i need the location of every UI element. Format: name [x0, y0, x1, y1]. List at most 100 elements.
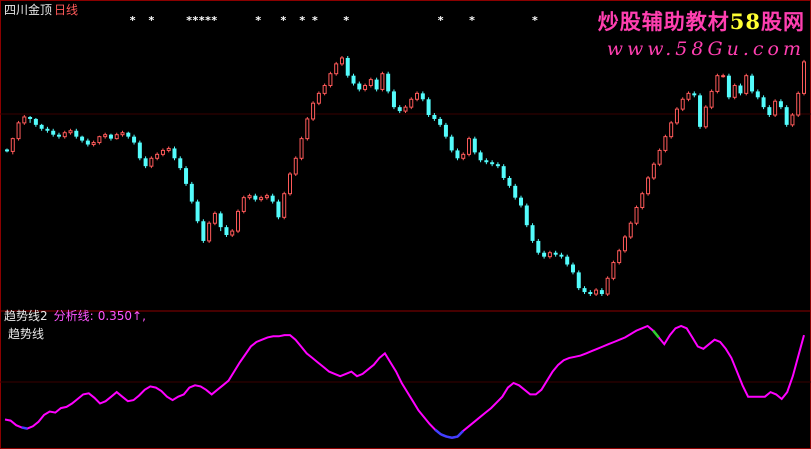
candle-body	[443, 124, 448, 137]
signal-marker: *	[343, 14, 349, 27]
candle-body	[432, 115, 437, 119]
candle-body	[85, 140, 90, 145]
candle-body	[634, 206, 639, 224]
signal-marker: *	[438, 14, 444, 27]
candle-body	[530, 225, 535, 241]
candle-body	[501, 166, 506, 178]
candle-body	[576, 272, 581, 289]
candle-body	[10, 138, 15, 152]
candle-body	[726, 75, 731, 98]
candle-body	[91, 142, 96, 146]
candle-body	[744, 75, 749, 94]
candle-body	[495, 164, 500, 167]
candle-body	[380, 73, 385, 90]
candle-body	[16, 122, 21, 140]
signal-marker: *	[469, 14, 475, 27]
signal-marker: *	[193, 14, 199, 27]
candle-body	[686, 92, 691, 100]
candle-body	[184, 168, 189, 184]
candle-body	[264, 195, 269, 199]
candle-body	[22, 116, 27, 124]
candle-body	[207, 222, 212, 242]
candle-body	[755, 91, 760, 98]
candle-body	[553, 252, 558, 255]
candle-body	[270, 195, 275, 202]
candle-body	[438, 118, 443, 125]
trend-highlight	[446, 435, 453, 439]
watermark-number: 58	[729, 9, 761, 34]
main-chart-title: 四川金顶 日线	[4, 3, 78, 17]
candle-body	[386, 73, 391, 92]
indicator-label[interactable]: 趋势线2	[4, 309, 48, 323]
signal-marker: *	[211, 14, 217, 27]
candle-body	[339, 57, 344, 65]
period-label: 日线	[54, 3, 79, 17]
candle-body	[698, 95, 703, 127]
candle-body	[28, 116, 33, 119]
candle-body	[721, 75, 726, 78]
candle-body	[357, 83, 362, 90]
candle-body	[97, 136, 102, 144]
chart-window: * * * * * * * * * * * * * * * 四川金顶 日线 炒股辅助教材58股网 www.58…	[0, 0, 811, 449]
candle-body	[490, 162, 495, 165]
candle-body	[680, 98, 685, 110]
candle-body	[287, 173, 292, 195]
candle-body	[467, 138, 472, 155]
trend-highlight	[652, 329, 660, 339]
candle-body	[305, 118, 310, 140]
candle-body	[259, 197, 264, 201]
candle-body	[5, 149, 9, 152]
candle-body	[172, 148, 177, 159]
candle-body	[657, 149, 662, 165]
candle-body	[195, 201, 200, 222]
chart-canvas[interactable]: * * * * * * * * * * * * * * *	[0, 0, 811, 449]
candle-body	[166, 147, 171, 151]
candle-body	[542, 252, 547, 257]
candle-body	[732, 85, 737, 98]
candle-body	[51, 130, 56, 135]
candle-body	[201, 221, 206, 241]
candle-body	[796, 92, 801, 116]
candle-body	[374, 79, 379, 90]
watermark-suffix: 股网	[761, 9, 805, 34]
trend-line-name: 趋势线	[8, 327, 45, 341]
signal-marker: *	[205, 14, 211, 27]
candle-body	[524, 205, 529, 226]
candle-body	[311, 102, 316, 120]
signal-marker: *	[281, 14, 287, 27]
watermark-prefix: 炒股辅助教材	[597, 9, 730, 34]
candle-body	[108, 134, 113, 139]
candle-body	[738, 85, 743, 94]
analysis-value: 0.350↑,	[97, 309, 146, 323]
candle-body	[461, 153, 466, 159]
signal-marker: *	[312, 14, 318, 27]
candle-body	[143, 158, 148, 167]
candle-body	[334, 63, 339, 75]
candle-body	[132, 136, 137, 143]
candle-body	[114, 134, 119, 140]
candle-body	[39, 124, 44, 129]
candle-body	[230, 230, 235, 236]
candle-body	[247, 195, 252, 199]
candle-body	[715, 75, 720, 92]
candle-body	[767, 107, 772, 116]
candle-body	[403, 106, 408, 112]
candle-body	[397, 107, 402, 112]
candle-body	[409, 98, 414, 108]
stock-name: 四川金顶	[4, 3, 53, 17]
signal-marker: *	[532, 14, 538, 27]
candle-body	[588, 292, 593, 295]
candle-body	[351, 75, 356, 84]
candle-body	[802, 61, 806, 94]
candle-body	[322, 85, 327, 94]
candle-body	[599, 290, 604, 295]
candle-body	[703, 106, 708, 128]
candle-body	[570, 264, 575, 273]
candle-body	[628, 222, 633, 238]
candle-body	[316, 92, 321, 104]
candle-body	[472, 138, 477, 153]
candle-body	[778, 101, 783, 108]
candle-body	[293, 157, 298, 175]
candle-body	[565, 256, 570, 265]
candle-body	[426, 99, 431, 116]
